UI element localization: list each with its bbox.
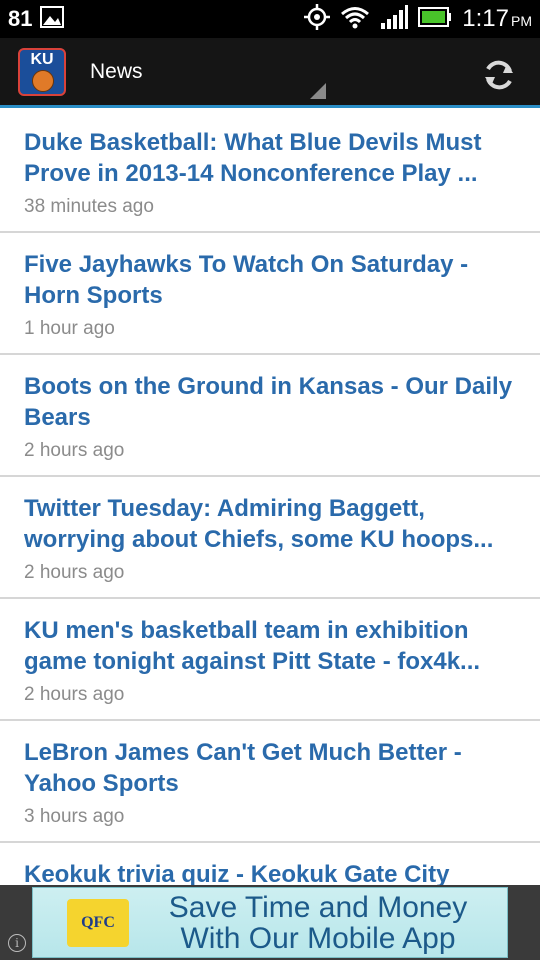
refresh-icon bbox=[485, 60, 513, 90]
news-timestamp: 38 minutes ago bbox=[24, 196, 154, 217]
ad-area: QFC Save Time and Money With Our Mobile … bbox=[0, 885, 540, 960]
news-timestamp: 2 hours ago bbox=[24, 562, 125, 583]
status-bar: 81 1:17 PM bbox=[0, 0, 540, 38]
image-icon bbox=[40, 5, 65, 33]
news-item[interactable]: Twitter Tuesday: Admiring Baggett, worry… bbox=[0, 477, 540, 599]
refresh-button[interactable] bbox=[480, 56, 518, 94]
battery-icon bbox=[418, 6, 452, 32]
signal-icon bbox=[380, 4, 409, 34]
info-icon[interactable]: i bbox=[8, 934, 26, 952]
news-item[interactable]: KU men's basketball team in exhibition g… bbox=[0, 599, 540, 721]
news-timestamp: 3 hours ago bbox=[24, 806, 125, 827]
dropdown-indicator-icon[interactable] bbox=[310, 83, 326, 99]
news-headline: Duke Basketball: What Blue Devils Must P… bbox=[24, 129, 482, 187]
news-headline: Five Jayhawks To Watch On Saturday - Hor… bbox=[24, 251, 469, 309]
ad-banner[interactable]: QFC Save Time and Money With Our Mobile … bbox=[32, 887, 508, 958]
news-timestamp: 1 hour ago bbox=[24, 318, 115, 339]
wifi-icon bbox=[340, 5, 370, 34]
news-headline: Boots on the Ground in Kansas - Our Dail… bbox=[24, 373, 513, 431]
news-headline: Keokuk trivia quiz - Keokuk Gate City bbox=[24, 861, 450, 885]
news-timestamp: 2 hours ago bbox=[24, 684, 125, 705]
news-timestamp: 2 hours ago bbox=[24, 440, 125, 461]
news-headline: Twitter Tuesday: Admiring Baggett, worry… bbox=[24, 495, 494, 553]
basketball-icon bbox=[32, 69, 54, 92]
app-bar: KU News bbox=[0, 38, 540, 108]
news-item[interactable]: LeBron James Can't Get Much Better - Yah… bbox=[0, 721, 540, 843]
news-list: Duke Basketball: What Blue Devils Must P… bbox=[0, 111, 540, 885]
clock-ampm: PM bbox=[511, 13, 532, 29]
news-item[interactable]: Five Jayhawks To Watch On Saturday - Hor… bbox=[0, 233, 540, 355]
news-item[interactable]: Boots on the Ground in Kansas - Our Dail… bbox=[0, 355, 540, 477]
news-headline: KU men's basketball team in exhibition g… bbox=[24, 617, 481, 675]
gps-icon bbox=[304, 3, 331, 35]
news-item[interactable]: Duke Basketball: What Blue Devils Must P… bbox=[0, 111, 540, 233]
clock-time: 1:17 bbox=[462, 5, 509, 32]
news-headline: LeBron James Can't Get Much Better - Yah… bbox=[24, 739, 462, 797]
ad-logo: QFC bbox=[67, 898, 129, 947]
notification-count: 81 bbox=[8, 6, 33, 31]
page-title[interactable]: News bbox=[90, 60, 143, 84]
ad-text: Save Time and Money With Our Mobile App bbox=[168, 890, 468, 955]
app-logo-text: KU bbox=[30, 50, 54, 68]
app-logo[interactable]: KU bbox=[18, 47, 66, 96]
news-item[interactable]: Keokuk trivia quiz - Keokuk Gate City bbox=[0, 843, 540, 885]
